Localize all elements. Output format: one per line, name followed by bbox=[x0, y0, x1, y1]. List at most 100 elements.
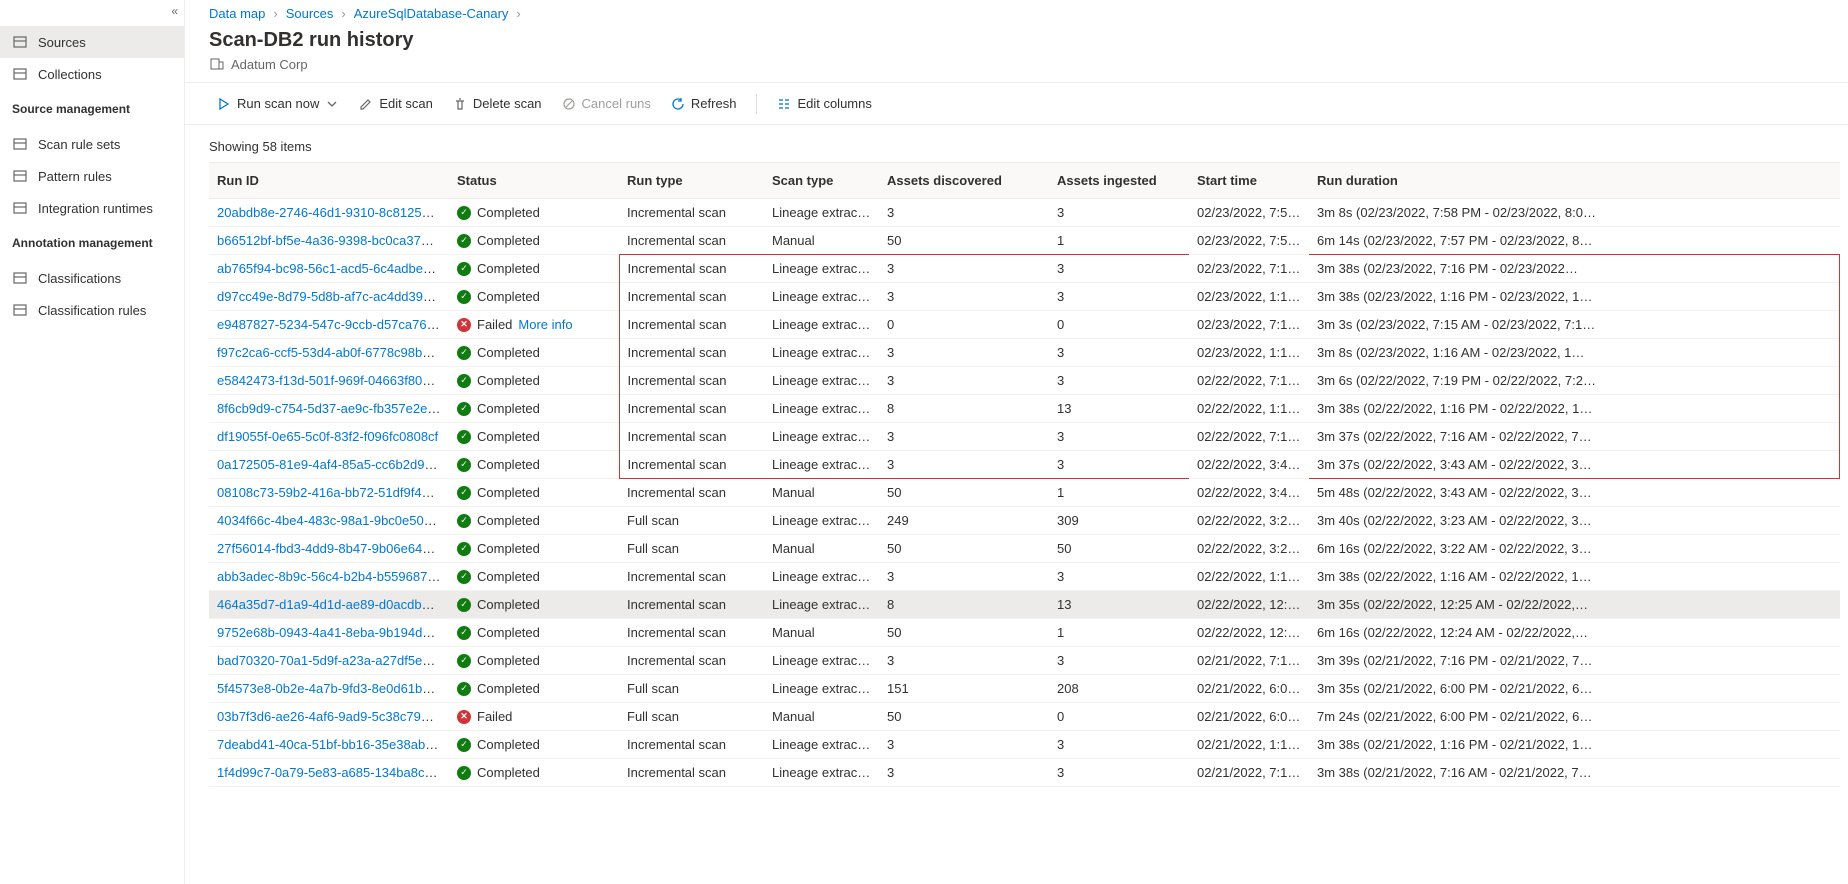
cell-run-type: Incremental scan bbox=[619, 227, 764, 255]
table-row[interactable]: 27f56014-fbd3-4dd9-8b47-9b06e649aba4✓Com… bbox=[209, 535, 1840, 563]
col-start[interactable]: Start time bbox=[1189, 163, 1309, 199]
run-id-link[interactable]: f97c2ca6-ccf5-53d4-ab0f-6778c98bac37 bbox=[217, 345, 449, 360]
cell-run-id: df19055f-0e65-5c0f-83f2-f096fc0808cf bbox=[209, 423, 449, 451]
table-row[interactable]: d97cc49e-8d79-5d8b-af7c-ac4dd3961ebb✓Com… bbox=[209, 283, 1840, 311]
col-duration[interactable]: Run duration bbox=[1309, 163, 1840, 199]
table-row[interactable]: 08108c73-59b2-416a-bb72-51df9f43779a✓Com… bbox=[209, 479, 1840, 507]
run-id-link[interactable]: 5f4573e8-0b2e-4a7b-9fd3-8e0d61be6d30 bbox=[217, 681, 449, 696]
table-row[interactable]: f97c2ca6-ccf5-53d4-ab0f-6778c98bac37✓Com… bbox=[209, 339, 1840, 367]
run-id-link[interactable]: ab765f94-bc98-56c1-acd5-6c4adbe11851 bbox=[217, 261, 449, 276]
sidebar-item[interactable]: Pattern rules bbox=[0, 160, 184, 192]
cell-start: 02/22/2022, 1:16 PM bbox=[1189, 395, 1309, 423]
run-id-link[interactable]: 8f6cb9d9-c754-5d37-ae9c-fb357e2e1978 bbox=[217, 401, 449, 416]
col-status[interactable]: Status bbox=[449, 163, 619, 199]
col-scan-type[interactable]: Scan type bbox=[764, 163, 879, 199]
run-id-link[interactable]: b66512bf-bf5e-4a36-9398-bc0ca378fcf2 bbox=[217, 233, 449, 248]
content-area: Showing 58 items Run ID Status Run type … bbox=[185, 125, 1848, 884]
cell-run-type: Incremental scan bbox=[619, 395, 764, 423]
delete-scan-button[interactable]: Delete scan bbox=[445, 88, 550, 120]
status-text: Completed bbox=[477, 513, 540, 528]
table-row[interactable]: 5f4573e8-0b2e-4a7b-9fd3-8e0d61be6d30✓Com… bbox=[209, 675, 1840, 703]
success-icon: ✓ bbox=[457, 262, 471, 276]
col-ingested[interactable]: Assets ingested bbox=[1049, 163, 1189, 199]
status-text: Completed bbox=[477, 541, 540, 556]
cell-scan-type: Lineage extraction bbox=[764, 199, 879, 227]
run-id-link[interactable]: 9752e68b-0943-4a41-8eba-9b194d6b723c bbox=[217, 625, 449, 640]
cell-status: ✓Completed bbox=[449, 563, 619, 591]
table-row[interactable]: ab765f94-bc98-56c1-acd5-6c4adbe11851✓Com… bbox=[209, 255, 1840, 283]
col-run-id[interactable]: Run ID bbox=[209, 163, 449, 199]
cell-run-id: 0a172505-81e9-4af4-85a5-cc6b2d908379 bbox=[209, 451, 449, 479]
cell-start: 02/22/2022, 12:24 … bbox=[1189, 619, 1309, 647]
run-id-link[interactable]: 08108c73-59b2-416a-bb72-51df9f43779a bbox=[217, 485, 449, 500]
refresh-button[interactable]: Refresh bbox=[663, 88, 745, 120]
table-row[interactable]: 7deabd41-40ca-51bf-bb16-35e38abf30e0✓Com… bbox=[209, 731, 1840, 759]
status-text: Completed bbox=[477, 653, 540, 668]
table-row[interactable]: 8f6cb9d9-c754-5d37-ae9c-fb357e2e1978✓Com… bbox=[209, 395, 1840, 423]
table-row[interactable]: abb3adec-8b9c-56c4-b2b4-b559687b52b8✓Com… bbox=[209, 563, 1840, 591]
run-id-link[interactable]: 0a172505-81e9-4af4-85a5-cc6b2d908379 bbox=[217, 457, 449, 472]
cell-discovered: 8 bbox=[879, 591, 1049, 619]
run-id-link[interactable]: 1f4d99c7-0a79-5e83-a685-134ba8cc6744 bbox=[217, 765, 449, 780]
edit-scan-button[interactable]: Edit scan bbox=[351, 88, 440, 120]
sidebar-item[interactable]: Integration runtimes bbox=[0, 192, 184, 224]
table-row[interactable]: 03b7f3d6-ae26-4af6-9ad9-5c38c7938ebf✕Fai… bbox=[209, 703, 1840, 731]
cell-status: ✕Failed bbox=[449, 703, 619, 731]
run-id-link[interactable]: bad70320-70a1-5d9f-a23a-a27df5e151ad bbox=[217, 653, 449, 668]
table-row[interactable]: 464a35d7-d1a9-4d1d-ae89-d0acdb66da1d✓Com… bbox=[209, 591, 1840, 619]
table-row[interactable]: bad70320-70a1-5d9f-a23a-a27df5e151ad✓Com… bbox=[209, 647, 1840, 675]
run-id-link[interactable]: d97cc49e-8d79-5d8b-af7c-ac4dd3961ebb bbox=[217, 289, 449, 304]
cell-duration: 7m 24s (02/21/2022, 6:00 PM - 02/21/2022… bbox=[1309, 703, 1840, 731]
sidebar-item[interactable]: Sources bbox=[0, 26, 184, 58]
cell-duration: 3m 6s (02/22/2022, 7:19 PM - 02/22/2022,… bbox=[1309, 367, 1840, 395]
success-icon: ✓ bbox=[457, 514, 471, 528]
cell-status: ✓Completed bbox=[449, 479, 619, 507]
cell-scan-type: Lineage extraction bbox=[764, 339, 879, 367]
run-id-link[interactable]: 03b7f3d6-ae26-4af6-9ad9-5c38c7938ebf bbox=[217, 709, 449, 724]
run-id-link[interactable]: 7deabd41-40ca-51bf-bb16-35e38abf30e0 bbox=[217, 737, 449, 752]
breadcrumb-data-map[interactable]: Data map bbox=[209, 6, 265, 21]
run-id-link[interactable]: 464a35d7-d1a9-4d1d-ae89-d0acdb66da1d bbox=[217, 597, 449, 612]
table-row[interactable]: b66512bf-bf5e-4a36-9398-bc0ca378fcf2✓Com… bbox=[209, 227, 1840, 255]
run-id-link[interactable]: e9487827-5234-547c-9ccb-d57ca769e94f bbox=[217, 317, 449, 332]
table-row[interactable]: 0a172505-81e9-4af4-85a5-cc6b2d908379✓Com… bbox=[209, 451, 1840, 479]
run-id-link[interactable]: 4034f66c-4be4-483c-98a1-9bc0e505c04f bbox=[217, 513, 449, 528]
cell-discovered: 50 bbox=[879, 479, 1049, 507]
run-scan-button[interactable]: Run scan now bbox=[209, 88, 347, 120]
run-id-link[interactable]: 20abdb8e-2746-46d1-9310-8c812571d47f bbox=[217, 205, 449, 220]
col-run-type[interactable]: Run type bbox=[619, 163, 764, 199]
table-row[interactable]: 4034f66c-4be4-483c-98a1-9bc0e505c04f ✓ Com… bbox=[209, 507, 1840, 535]
nav-item-icon bbox=[12, 270, 28, 286]
cell-scan-type: Lineage extraction bbox=[764, 563, 879, 591]
table-row[interactable]: e5842473-f13d-501f-969f-04663f804bc0✓Com… bbox=[209, 367, 1840, 395]
table-row[interactable]: 20abdb8e-2746-46d1-9310-8c812571d47f✓Com… bbox=[209, 199, 1840, 227]
cancel-icon bbox=[562, 97, 576, 111]
run-id-link[interactable]: abb3adec-8b9c-56c4-b2b4-b559687b52b8 bbox=[217, 569, 449, 584]
run-id-link[interactable]: e5842473-f13d-501f-969f-04663f804bc0 bbox=[217, 373, 449, 388]
status-text: Completed bbox=[477, 485, 540, 500]
edit-columns-button[interactable]: Edit columns bbox=[769, 88, 879, 120]
table-row[interactable]: 9752e68b-0943-4a41-8eba-9b194d6b723c✓Com… bbox=[209, 619, 1840, 647]
table-row[interactable]: 1f4d99c7-0a79-5e83-a685-134ba8cc6744✓Com… bbox=[209, 759, 1840, 787]
table-row[interactable]: e9487827-5234-547c-9ccb-d57ca769e94f✕Fai… bbox=[209, 311, 1840, 339]
cell-ingested: 3 bbox=[1049, 759, 1189, 787]
cell-ingested: 1 bbox=[1049, 227, 1189, 255]
breadcrumb-sources[interactable]: Sources bbox=[286, 6, 334, 21]
cell-scan-type: Manual bbox=[764, 479, 879, 507]
sidebar-item[interactable]: Collections bbox=[0, 58, 184, 90]
more-info-link[interactable]: More info bbox=[518, 317, 572, 332]
sidebar-item[interactable]: Classifications bbox=[0, 262, 184, 294]
org-name: Adatum Corp bbox=[231, 57, 308, 72]
col-discovered[interactable]: Assets discovered bbox=[879, 163, 1049, 199]
page-title: Scan-DB2 run history bbox=[209, 29, 1824, 52]
cell-start: 02/21/2022, 7:16 PM bbox=[1189, 647, 1309, 675]
sidebar-item[interactable]: Scan rule sets bbox=[0, 128, 184, 160]
collapse-sidebar-icon[interactable]: « bbox=[171, 4, 178, 18]
cell-ingested: 3 bbox=[1049, 199, 1189, 227]
cell-run-type: Incremental scan bbox=[619, 479, 764, 507]
table-row[interactable]: df19055f-0e65-5c0f-83f2-f096fc0808cf✓Com… bbox=[209, 423, 1840, 451]
sidebar-item[interactable]: Classification rules bbox=[0, 294, 184, 326]
breadcrumb-datasource[interactable]: AzureSqlDatabase-Canary bbox=[354, 6, 509, 21]
run-id-link[interactable]: df19055f-0e65-5c0f-83f2-f096fc0808cf bbox=[217, 429, 438, 444]
run-id-link[interactable]: 27f56014-fbd3-4dd9-8b47-9b06e649aba4 bbox=[217, 541, 449, 556]
